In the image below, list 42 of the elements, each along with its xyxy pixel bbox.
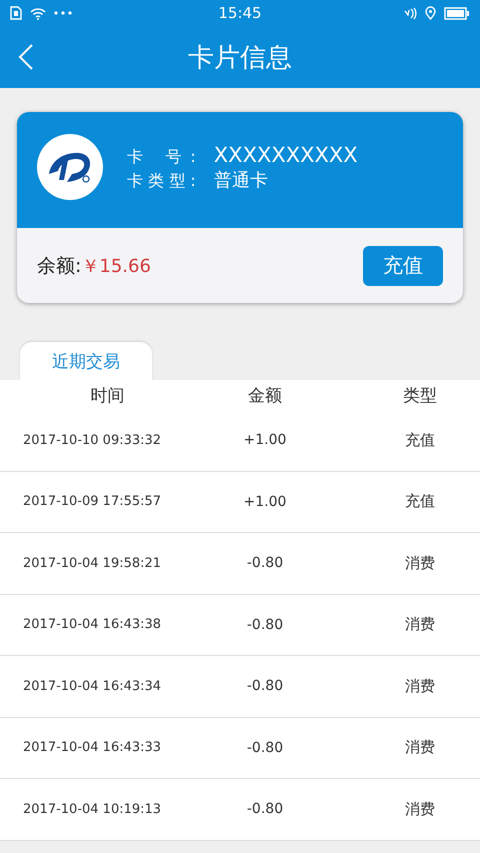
clock-time: 15:45 [218, 4, 262, 22]
transactions-tab[interactable]: 近期交易 [20, 342, 152, 380]
date-cell-text: 2017-10-04 19:58:21 [22, 556, 162, 571]
card-number-label: 卡 号: [127, 146, 196, 168]
column-header: 金额 [248, 384, 282, 406]
recharge-button[interactable]: 充值 [363, 246, 443, 286]
type-cell-text: 消费 [404, 800, 435, 819]
date-cell-text: 2017-10-09 17:55:57 [22, 494, 162, 510]
type-cell-text: 消费 [404, 676, 435, 696]
amount-cell: -0.80 [246, 801, 284, 818]
balance-amount: ￥15.66 [81, 254, 151, 278]
card-logo-icon [37, 134, 103, 200]
type-cell-text: 充值 [404, 430, 435, 450]
column-header: 时间 [90, 384, 124, 406]
balance-label: 余额: [37, 254, 82, 278]
nfc-icon [403, 6, 417, 20]
date-cell-text: 2017-10-04 16:43:38 [22, 617, 162, 632]
more-icon [54, 11, 72, 15]
amount-cell: -0.80 [246, 616, 284, 633]
date-cell-text: 2017-10-04 16:43:33 [22, 740, 162, 756]
amount-cell: -0.80 [246, 740, 284, 756]
date-cell-text: 2017-10-04 16:43:34 [22, 678, 162, 694]
sim-icon [10, 6, 22, 20]
type-cell-text: 消费 [404, 554, 435, 573]
amount-cell: +1.00 [244, 494, 286, 510]
card-number: XXXXXXXXXX [214, 142, 358, 166]
wifi-icon [30, 6, 46, 20]
type-cell-text: 消费 [404, 738, 435, 758]
location-icon [425, 6, 436, 20]
column-header: 类型 [402, 384, 437, 406]
page-title: 卡片信息 [188, 42, 292, 74]
date-cell-text: 2017-10-04 10:19:13 [22, 802, 162, 817]
amount-cell: -0.80 [246, 678, 284, 694]
amount-cell: -0.80 [246, 555, 284, 572]
back-icon [18, 44, 34, 70]
card-type: 普通卡 [214, 168, 269, 192]
battery-icon [444, 6, 470, 20]
date-cell-text: 2017-10-10 09:33:32 [22, 432, 162, 448]
card-type-label: 卡类型: [127, 170, 196, 192]
amount-cell: +1.00 [244, 432, 286, 448]
type-cell-text: 消费 [404, 615, 435, 634]
type-cell-text: 充值 [404, 492, 435, 512]
